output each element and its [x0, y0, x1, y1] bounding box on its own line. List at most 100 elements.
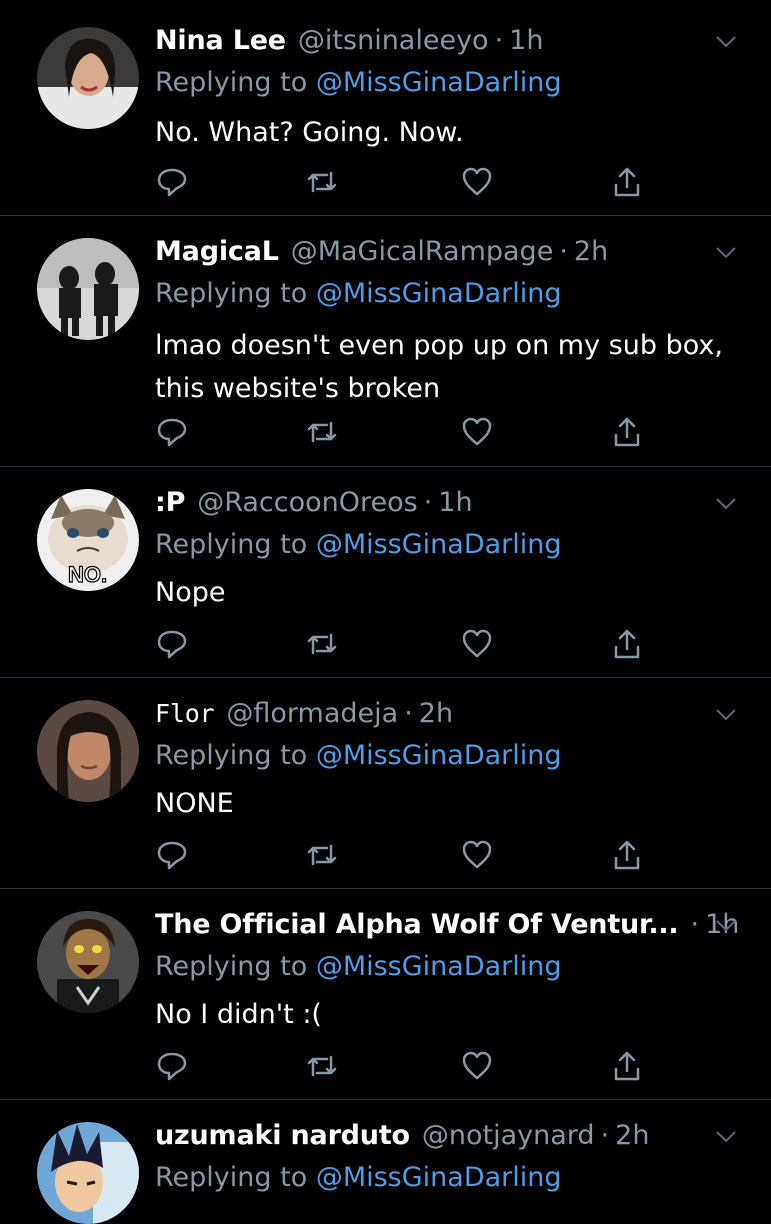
chevron-down-icon[interactable] [715, 497, 737, 511]
display-name[interactable]: MagicaL [155, 232, 279, 272]
replying-prefix: Replying to [155, 951, 308, 982]
like-icon [462, 840, 492, 869]
reply-button[interactable] [155, 1049, 189, 1083]
replying-prefix: Replying to [155, 740, 308, 771]
user-handle[interactable]: @itsninaleeyo [298, 21, 489, 61]
like-button[interactable] [460, 1049, 494, 1083]
tweet-header: uzumaki narduto @notjaynard · 2h [155, 1116, 649, 1156]
reply-button[interactable] [155, 838, 189, 872]
retweet-button[interactable] [305, 627, 339, 661]
mention-link[interactable]: @MissGinaDarling [316, 278, 562, 309]
display-name[interactable]: The Official Alpha Wolf Of Ventur... [155, 905, 679, 945]
share-button[interactable] [610, 627, 644, 661]
timestamp[interactable]: 1h [509, 21, 543, 61]
tweet-text: lmao doesn't even pop up on my sub box, … [155, 330, 723, 404]
tweet-header: Nina Lee @itsninaleeyo · 1h [155, 21, 543, 61]
retweet-button[interactable] [305, 838, 339, 872]
display-name[interactable]: :P [155, 483, 185, 523]
share-button[interactable] [610, 165, 644, 199]
separator-dot: · [404, 698, 413, 729]
user-handle[interactable]: @notjaynard [422, 1116, 595, 1156]
replying-prefix: Replying to [155, 1162, 308, 1193]
replying-to: Replying to @MissGinaDarling [155, 63, 562, 103]
tweet-text: No I didn't :( [155, 999, 322, 1030]
chevron-down-icon[interactable] [715, 708, 737, 722]
timestamp[interactable]: 2h [615, 1116, 649, 1156]
tweet-1[interactable]: Nina Lee @itsninaleeyo · 1h Replying to … [0, 0, 771, 216]
like-button[interactable] [460, 165, 494, 199]
reply-button[interactable] [155, 165, 189, 199]
avatar-image [37, 238, 139, 340]
avatar-image [37, 911, 139, 1013]
avatar[interactable] [37, 27, 139, 129]
separator-dot: · [559, 236, 568, 267]
like-button[interactable] [460, 415, 494, 449]
chevron-down-icon[interactable] [715, 919, 737, 933]
reply-button[interactable] [155, 415, 189, 449]
chevron-down-icon[interactable] [715, 1130, 737, 1144]
retweet-button[interactable] [305, 1049, 339, 1083]
user-handle[interactable]: @flormadeja [226, 694, 398, 734]
separator-dot: · [690, 909, 700, 940]
avatar[interactable] [37, 700, 139, 802]
chevron-down-icon[interactable] [715, 246, 737, 260]
tweet-actions [155, 165, 655, 201]
tweet-text: NONE [155, 788, 234, 819]
tweet-6[interactable]: uzumaki narduto @notjaynard · 2h Replyin… [0, 1100, 771, 1224]
retweet-button[interactable] [305, 165, 339, 199]
reply-icon [157, 630, 187, 659]
retweet-icon [307, 421, 337, 443]
separator-dot: · [494, 25, 504, 56]
tweet-actions [155, 415, 655, 451]
tweet-4[interactable]: Flor @flormadeja · 2h Replying to @MissG… [0, 678, 771, 889]
avatar-caption: NO. [68, 562, 107, 587]
tweet-5[interactable]: The Official Alpha Wolf Of Ventur... · 1… [0, 889, 771, 1100]
avatar-image: NO. [37, 489, 139, 591]
chevron-down-icon[interactable] [715, 35, 737, 49]
separator-dot: · [600, 1120, 610, 1151]
share-button[interactable] [610, 838, 644, 872]
mention-link[interactable]: @MissGinaDarling [316, 740, 562, 771]
tweet-actions [155, 838, 655, 874]
tweet-3[interactable]: NO. :P @RaccoonOreos · 1h Replying to @M… [0, 467, 771, 678]
mention-link[interactable]: @MissGinaDarling [316, 529, 562, 560]
mention-link[interactable]: @MissGinaDarling [316, 951, 562, 982]
display-name[interactable]: Flor [155, 694, 215, 734]
reply-icon [157, 168, 187, 197]
retweet-icon [307, 1055, 337, 1077]
tweet-text: Nope [155, 577, 226, 608]
avatar[interactable] [37, 1122, 139, 1224]
reply-button[interactable] [155, 627, 189, 661]
share-button[interactable] [610, 1049, 644, 1083]
share-icon [614, 840, 640, 870]
share-icon [614, 167, 640, 197]
like-button[interactable] [460, 627, 494, 661]
user-handle[interactable]: @RaccoonOreos [197, 483, 418, 523]
avatar[interactable]: NO. [37, 489, 139, 591]
reply-icon [157, 1052, 187, 1081]
avatar-image [37, 1122, 139, 1224]
display-name[interactable]: uzumaki narduto [155, 1116, 410, 1156]
reply-icon [157, 418, 187, 447]
timestamp[interactable]: 2h [574, 232, 608, 272]
replying-to: Replying to @MissGinaDarling [155, 525, 562, 565]
replying-to: Replying to @MissGinaDarling [155, 1158, 562, 1198]
timestamp[interactable]: 1h [438, 483, 472, 523]
mention-link[interactable]: @MissGinaDarling [316, 67, 562, 98]
share-button[interactable] [610, 415, 644, 449]
like-icon [462, 1051, 492, 1080]
retweet-button[interactable] [305, 415, 339, 449]
replying-prefix: Replying to [155, 529, 308, 560]
tweet-header: The Official Alpha Wolf Of Ventur... · 1… [155, 905, 739, 945]
share-icon [614, 417, 640, 447]
timestamp[interactable]: 2h [419, 694, 453, 734]
avatar[interactable] [37, 238, 139, 340]
replying-prefix: Replying to [155, 278, 308, 309]
user-handle[interactable]: @MaGicalRampage [291, 232, 554, 272]
avatar[interactable] [37, 911, 139, 1013]
mention-link[interactable]: @MissGinaDarling [316, 1162, 562, 1193]
replying-to: Replying to @MissGinaDarling [155, 736, 562, 776]
display-name[interactable]: Nina Lee [155, 21, 286, 61]
like-button[interactable] [460, 838, 494, 872]
tweet-2[interactable]: MagicaL @MaGicalRampage · 2h Replying to… [0, 216, 771, 467]
